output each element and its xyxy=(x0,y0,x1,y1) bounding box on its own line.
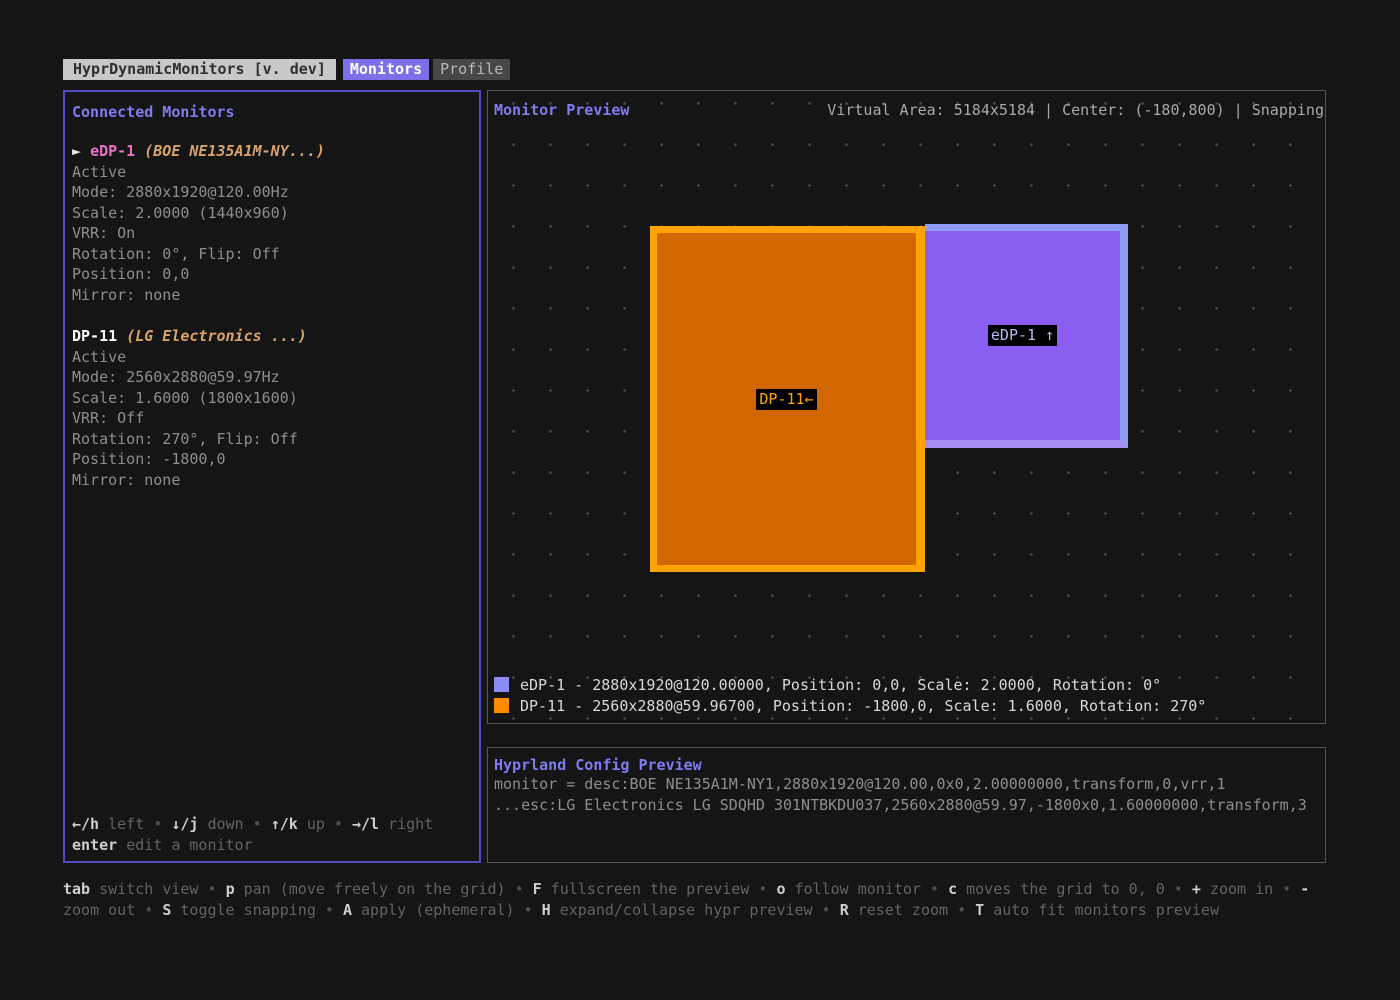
bullet-separator: • xyxy=(822,901,831,919)
bullet-separator: • xyxy=(334,815,343,833)
preview-status: Virtual Area: 5184x5184 | Center: (-180,… xyxy=(827,101,1324,119)
monitor-scale: Scale: 1.6000 (1800x1600) xyxy=(72,388,479,409)
hints-line-1: ←/h left • ↓/j down • ↑/k up • →/l right xyxy=(72,814,433,835)
preview-header: Monitor Preview Virtual Area: 5184x5184 … xyxy=(488,101,1325,121)
bullet-separator: • xyxy=(208,880,217,898)
app-title: HyprDynamicMonitors [v. dev] xyxy=(63,59,336,80)
monitor-status: Active xyxy=(72,347,479,368)
connected-monitors-title: Connected Monitors xyxy=(72,103,479,121)
monitor-name-row: ► eDP-1 (BOE NE135A1M-NY...) xyxy=(72,141,479,162)
key-o: o xyxy=(776,880,785,898)
key-F: F xyxy=(533,880,542,898)
bullet-separator: • xyxy=(325,901,334,919)
key-right: →/l xyxy=(352,815,379,833)
tab-bar: HyprDynamicMonitors [v. dev] Monitors Pr… xyxy=(63,59,514,80)
preview-monitor-label: eDP-1 ↑ xyxy=(988,325,1057,346)
bullet-separator: • xyxy=(1282,880,1291,898)
monitor-preview-panel: Monitor Preview Virtual Area: 5184x5184 … xyxy=(487,90,1326,724)
monitor-scale: Scale: 2.0000 (1440x960) xyxy=(72,203,479,224)
monitor-mode: Mode: 2560x2880@59.97Hz xyxy=(72,367,479,388)
bullet-separator: • xyxy=(957,901,966,919)
bullet-separator: • xyxy=(524,901,533,919)
config-line: ...esc:LG Electronics LG SDQHD 301NTBKDU… xyxy=(494,795,1325,816)
key-H: H xyxy=(542,901,551,919)
app-window: HyprDynamicMonitors [v. dev] Monitors Pr… xyxy=(0,0,1400,1000)
legend-text: eDP-1 - 2880x1920@120.00000, Position: 0… xyxy=(520,676,1161,694)
legend-row-edp1: eDP-1 - 2880x1920@120.00000, Position: 0… xyxy=(494,674,1206,695)
monitor-card-edp1[interactable]: ► eDP-1 (BOE NE135A1M-NY...) Active Mode… xyxy=(72,141,479,305)
monitor-card-dp11[interactable]: DP-11 (LG Electronics ...) Active Mode: … xyxy=(72,326,479,490)
preview-monitor-label: DP-11← xyxy=(756,389,816,410)
preview-title: Monitor Preview xyxy=(494,101,629,119)
tab-monitors[interactable]: Monitors xyxy=(343,59,429,80)
key-plus: + xyxy=(1192,880,1201,898)
bullet-separator: • xyxy=(515,880,524,898)
monitor-position: Position: 0,0 xyxy=(72,264,479,285)
legend-text: DP-11 - 2560x2880@59.96700, Position: -1… xyxy=(520,697,1206,715)
key-S: S xyxy=(162,901,171,919)
monitor-description: (BOE NE135A1M-NY...) xyxy=(144,142,325,160)
monitor-name-row: DP-11 (LG Electronics ...) xyxy=(72,326,479,347)
navigation-hints: ←/h left • ↓/j down • ↑/k up • →/l right… xyxy=(72,814,433,855)
bullet-separator: • xyxy=(144,901,153,919)
preview-legend: eDP-1 - 2880x1920@120.00000, Position: 0… xyxy=(494,674,1206,716)
monitor-description: (LG Electronics ...) xyxy=(126,327,307,345)
key-tab: tab xyxy=(63,880,90,898)
legend-swatch-dp11 xyxy=(494,698,509,713)
monitor-position: Position: -1800,0 xyxy=(72,449,479,470)
hyprland-config-panel: Hyprland Config Preview monitor = desc:B… xyxy=(487,747,1326,863)
hints-line-2: enter edit a monitor xyxy=(72,835,433,856)
key-p: p xyxy=(226,880,235,898)
preview-monitor-edp1[interactable]: eDP-1 ↑ xyxy=(925,224,1128,448)
connected-monitors-panel: Connected Monitors ► eDP-1 (BOE NE135A1M… xyxy=(63,90,481,863)
bullet-separator: • xyxy=(1174,880,1183,898)
monitor-name: eDP-1 xyxy=(90,142,135,160)
monitor-status: Active xyxy=(72,162,479,183)
preview-monitor-dp11[interactable]: DP-11← xyxy=(650,226,925,572)
config-title: Hyprland Config Preview xyxy=(494,756,1325,774)
monitor-name: DP-11 xyxy=(72,327,117,345)
bullet-separator: • xyxy=(930,880,939,898)
key-R: R xyxy=(840,901,849,919)
key-T: T xyxy=(975,901,984,919)
key-down: ↓/j xyxy=(171,815,198,833)
monitor-rotation: Rotation: 270°, Flip: Off xyxy=(72,429,479,450)
key-enter: enter xyxy=(72,836,117,854)
key-minus: - xyxy=(1300,880,1309,898)
legend-row-dp11: DP-11 - 2560x2880@59.96700, Position: -1… xyxy=(494,695,1206,716)
bullet-separator: • xyxy=(253,815,262,833)
selection-arrow-icon: ► xyxy=(72,142,81,160)
key-A: A xyxy=(343,901,352,919)
monitor-vrr: VRR: Off xyxy=(72,408,479,429)
monitor-mirror: Mirror: none xyxy=(72,470,479,491)
key-c: c xyxy=(948,880,957,898)
config-line: monitor = desc:BOE NE135A1M-NY1,2880x192… xyxy=(494,774,1325,795)
help-bar: tab switch view • p pan (move freely on … xyxy=(63,879,1340,920)
tab-profile[interactable]: Profile xyxy=(433,59,510,80)
monitor-mirror: Mirror: none xyxy=(72,285,479,306)
legend-swatch-edp1 xyxy=(494,677,509,692)
bullet-separator: • xyxy=(153,815,162,833)
key-left: ←/h xyxy=(72,815,99,833)
monitor-rotation: Rotation: 0°, Flip: Off xyxy=(72,244,479,265)
bullet-separator: • xyxy=(758,880,767,898)
monitor-vrr: VRR: On xyxy=(72,223,479,244)
key-up: ↑/k xyxy=(271,815,298,833)
monitor-mode: Mode: 2880x1920@120.00Hz xyxy=(72,182,479,203)
